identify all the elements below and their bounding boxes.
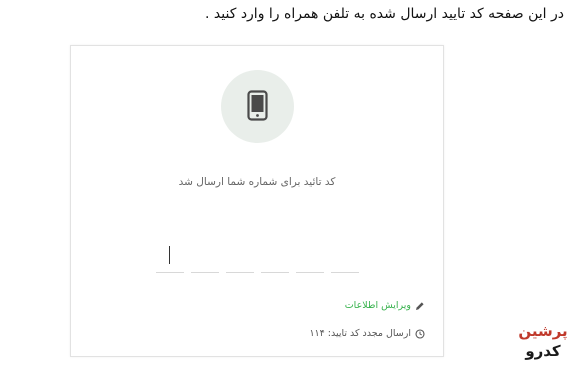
code-sent-message: کد تائید برای شماره شما ارسال شد (178, 176, 336, 188)
phone-icon-circle (221, 70, 294, 143)
clock-icon (415, 328, 425, 339)
edit-info-link[interactable]: ویرایش اطلاعات (345, 300, 425, 311)
code-digit-input-2[interactable] (191, 246, 219, 273)
code-digit-input-1[interactable] (156, 246, 184, 273)
svg-text:پرشین: پرشین (518, 322, 567, 341)
site-logo-watermark: پرشین کدرو (517, 318, 569, 362)
code-digit-input-3[interactable] (226, 246, 254, 273)
pencil-icon (416, 301, 424, 310)
instruction-text: در این صفحه کد تایید ارسال شده به تلفن ه… (205, 6, 564, 22)
svg-text:کدرو: کدرو (524, 342, 561, 360)
text-cursor (169, 246, 170, 264)
smartphone-icon (247, 90, 268, 121)
code-digit-input-6[interactable] (331, 246, 359, 273)
code-digit-input-4[interactable] (261, 246, 289, 273)
edit-info-label: ویرایش اطلاعات (344, 300, 411, 311)
resend-code-row: ارسال مجدد کد تایید: ۱۱۴ (309, 328, 425, 339)
code-digit-input-5[interactable] (296, 246, 324, 273)
code-input-group (156, 246, 361, 274)
verification-card: کد تائید برای شماره شما ارسال شد ویرایش … (70, 45, 444, 357)
resend-countdown-text: ارسال مجدد کد تایید: ۱۱۴ (309, 328, 411, 339)
